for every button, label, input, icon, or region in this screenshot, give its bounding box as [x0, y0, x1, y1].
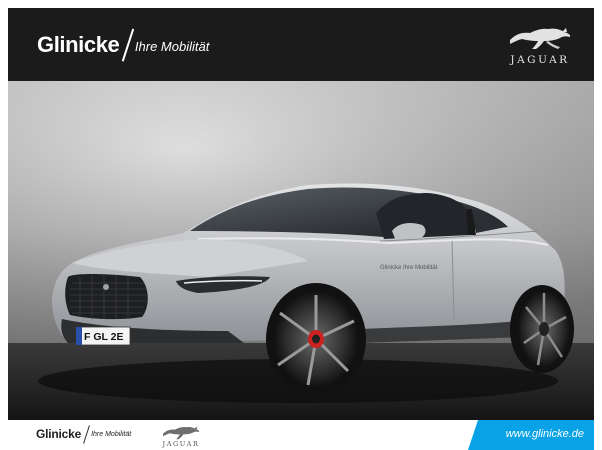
footer-glinicke-logo[interactable]: Glinicke Ihre Mobilität [36, 424, 131, 444]
rear-wheel [510, 285, 574, 373]
car-photo: F GL 2E Glinicke Ihre Mobilität [8, 81, 594, 420]
jaguar-wordmark: JAGUAR [510, 54, 570, 66]
footer-brand-slash [83, 424, 91, 444]
jaguar-leaper-icon [510, 28, 571, 49]
brand-slash-divider [122, 28, 135, 62]
brand-name: Glinicke [37, 32, 120, 57]
glinicke-logo[interactable]: Glinicke Ihre Mobilität [37, 28, 210, 62]
footer-jaguar-logo[interactable]: JAGUAR [154, 423, 208, 449]
header-bar: Glinicke Ihre Mobilität JAGUAR [8, 8, 594, 81]
footer-brand-tagline: Ihre Mobilität [91, 430, 132, 438]
website-link[interactable]: www.glinicke.de [506, 428, 584, 440]
jaguar-logo[interactable]: JAGUAR [500, 22, 580, 70]
brand-tagline: Ihre Mobilität [134, 38, 210, 54]
jaguar-leaper-icon [163, 426, 200, 440]
front-wheel [266, 283, 366, 395]
footer-brand-name: Glinicke [36, 427, 82, 441]
license-plate: F GL 2E [84, 331, 123, 343]
footer-jaguar-wordmark: JAGUAR [162, 440, 200, 448]
door-decal: Glinicke Ihre Mobilität [380, 265, 438, 271]
website-link-box[interactable]: www.glinicke.de [468, 420, 594, 450]
footer-bar: Glinicke Ihre Mobilität JAGUAR www.glini… [8, 420, 594, 450]
